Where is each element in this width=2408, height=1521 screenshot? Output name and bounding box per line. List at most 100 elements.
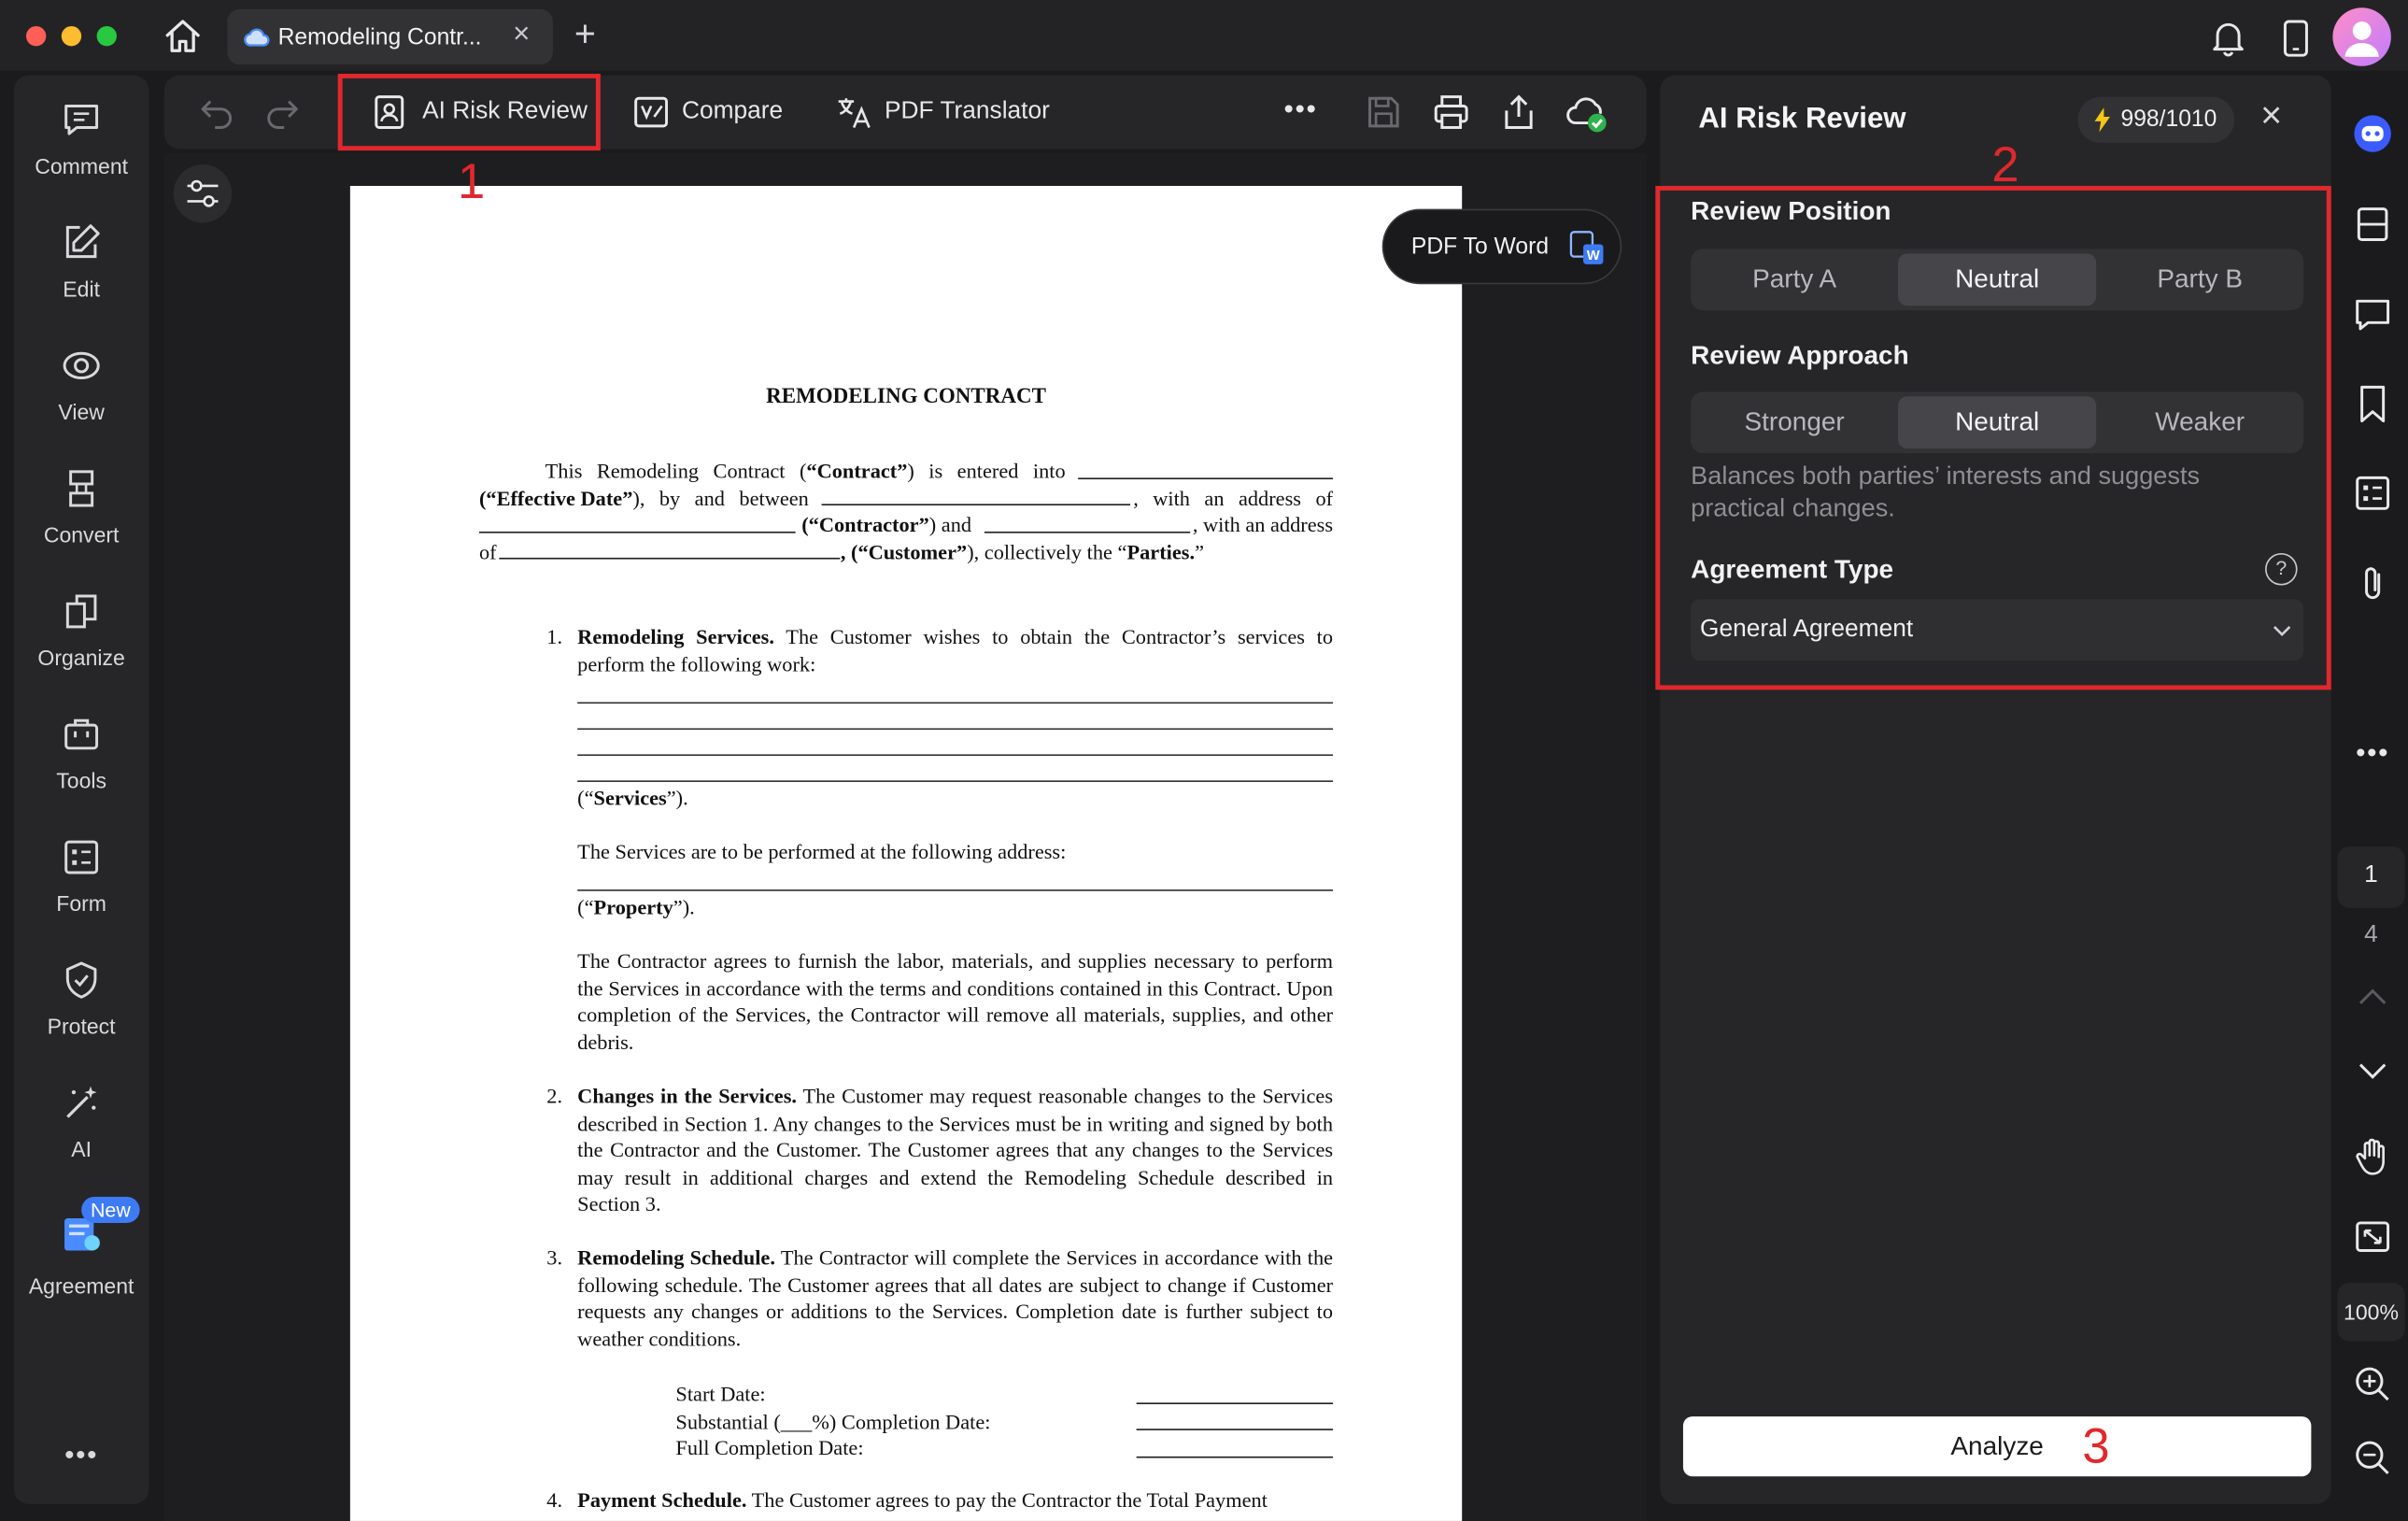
organize-icon (60, 590, 103, 633)
section-2: Changes in the Services. The Customer ma… (577, 1084, 1334, 1216)
save-icon[interactable] (1366, 93, 1402, 130)
position-neutral[interactable]: Neutral (1898, 253, 2097, 306)
analyze-button[interactable]: Analyze (1682, 1416, 2312, 1477)
pdf-translator-label: PDF Translator (885, 98, 1050, 125)
sidebar-item-organize[interactable]: Organize (14, 590, 149, 697)
tools-icon (60, 713, 103, 756)
annotation-number-1: 1 (457, 153, 486, 209)
sidebar-item-ai[interactable]: AI (14, 1082, 149, 1189)
magic-wand-icon (60, 1082, 103, 1125)
zoom-level[interactable]: 100% (2337, 1283, 2405, 1342)
position-party-a[interactable]: Party A (1695, 253, 1893, 306)
comment-icon (60, 98, 103, 141)
sidebar-item-edit[interactable]: Edit (14, 221, 149, 329)
sidebar-item-tools[interactable]: Tools (14, 713, 149, 820)
agreement-type-select[interactable]: General Agreement (1691, 599, 2304, 661)
home-icon[interactable] (162, 15, 205, 58)
print-icon[interactable] (1433, 93, 1469, 130)
zoom-in-icon[interactable] (2351, 1363, 2394, 1406)
section-4: Payment Schedule. The Customer agrees to… (577, 1488, 1268, 1513)
chevron-up-icon[interactable] (2351, 975, 2394, 1018)
intro-paragraph: This Remodeling Contract (“Contract”) is… (478, 459, 1334, 564)
agreement-type-title: Agreement Type (1691, 554, 1894, 584)
cloud-sync-icon[interactable] (1565, 92, 1610, 135)
sidebar-item-label: Comment (35, 153, 129, 178)
review-position-selector: Party A Neutral Party B (1691, 249, 2304, 311)
page-number-input[interactable]: 1 (2337, 846, 2405, 908)
comment-list-icon[interactable] (2351, 293, 2394, 336)
sidebar-item-view[interactable]: View (14, 344, 149, 451)
review-position-title: Review Position (1691, 196, 1891, 226)
new-tab-button[interactable]: + (574, 14, 596, 57)
position-party-b[interactable]: Party B (2101, 253, 2299, 306)
hand-tool-icon[interactable] (2351, 1135, 2394, 1178)
shield-icon (60, 959, 103, 1002)
section-3: Remodeling Schedule. The Contractor will… (577, 1245, 1334, 1351)
sidebar-item-label: Tools (56, 768, 107, 793)
section-1: Remodeling Services. The Customer wishes… (577, 625, 1334, 1054)
agreement-type-value: General Agreement (1700, 616, 1914, 643)
section-number: 2. (546, 1084, 563, 1108)
tab-title: Remodeling Contr... (277, 24, 482, 51)
page-settings-button[interactable] (173, 163, 233, 223)
section-number: 3. (546, 1245, 563, 1270)
sidebar-more-button[interactable]: ••• (14, 1440, 149, 1472)
pdf-translator-button[interactable]: PDF Translator (835, 76, 1050, 149)
fit-page-icon[interactable] (2351, 1215, 2394, 1258)
avatar[interactable] (2332, 7, 2391, 66)
title-bar: Remodeling Contr... × + (0, 0, 2408, 71)
compare-label: Compare (681, 98, 784, 125)
lightning-icon (2094, 107, 2110, 133)
bell-icon[interactable] (2208, 19, 2248, 59)
minimize-window-button[interactable] (61, 25, 82, 47)
form-fields-icon[interactable] (2351, 472, 2394, 515)
help-icon[interactable]: ? (2265, 552, 2298, 586)
sidebar-item-form[interactable]: Form (14, 836, 149, 944)
sidebar-item-agreement[interactable]: New Agreement (14, 1196, 149, 1328)
translate-icon (835, 93, 871, 130)
document-title: REMODELING CONTRACT (766, 385, 1046, 409)
zoom-out-icon[interactable] (2351, 1437, 2394, 1480)
rail-more-button[interactable]: ••• (2337, 737, 2408, 770)
ai-assistant-icon[interactable] (2351, 112, 2394, 155)
pdf-to-word-button[interactable]: PDF To Word W (1381, 208, 1622, 285)
close-window-button[interactable] (25, 25, 47, 47)
panel-close-button[interactable]: × (2260, 95, 2282, 138)
bookmark-icon[interactable] (2351, 382, 2394, 425)
analyze-label: Analyze (1950, 1431, 2044, 1461)
convert-icon (60, 467, 103, 510)
sidebar-item-label: Edit (63, 276, 100, 302)
compare-icon (632, 95, 669, 129)
approach-stronger[interactable]: Stronger (1695, 396, 1893, 448)
word-convert-icon: W (1568, 229, 1605, 265)
mobile-device-icon[interactable] (2279, 19, 2313, 59)
chevron-down-icon[interactable] (2351, 1049, 2394, 1092)
new-badge: New (81, 1196, 140, 1223)
tab-close-button[interactable]: × (513, 19, 530, 52)
attachment-icon[interactable] (2351, 562, 2394, 605)
schedule-dates: Start Date: Substantial (___%) Completio… (675, 1381, 1334, 1462)
document-tab[interactable]: Remodeling Contr... × (227, 8, 553, 65)
approach-weaker[interactable]: Weaker (2101, 396, 2299, 448)
undo-icon[interactable] (198, 93, 234, 130)
sidebar-item-convert[interactable]: Convert (14, 467, 149, 575)
sidebar-item-label: Organize (37, 645, 125, 670)
toolbar-more-button[interactable]: ••• (1283, 93, 1317, 126)
sidebar-item-label: View (58, 399, 105, 424)
annotation-box-1 (337, 73, 601, 151)
pdf-to-word-label: PDF To Word (1410, 233, 1550, 260)
sidebar-item-protect[interactable]: Protect (14, 959, 149, 1066)
approach-neutral[interactable]: Neutral (1898, 396, 2097, 449)
right-rail: ••• 1 4 100% (2337, 75, 2408, 1521)
sidebar-item-label: Agreement (28, 1273, 135, 1299)
compare-button[interactable]: Compare (632, 76, 783, 149)
share-icon[interactable] (1500, 92, 1537, 133)
sidebar-item-label: Protect (47, 1014, 116, 1039)
ai-risk-review-panel: AI Risk Review 998/1010 × 2 Review Posit… (1655, 75, 2331, 1504)
sidebar-item-comment[interactable]: Comment (14, 98, 149, 206)
section-number: 4. (546, 1488, 563, 1513)
layout-icon[interactable] (2351, 203, 2394, 246)
pdf-page[interactable]: REMODELING CONTRACT This Remodeling Cont… (349, 185, 1463, 1521)
redo-icon[interactable] (264, 93, 301, 130)
zoom-window-button[interactable] (96, 25, 117, 47)
